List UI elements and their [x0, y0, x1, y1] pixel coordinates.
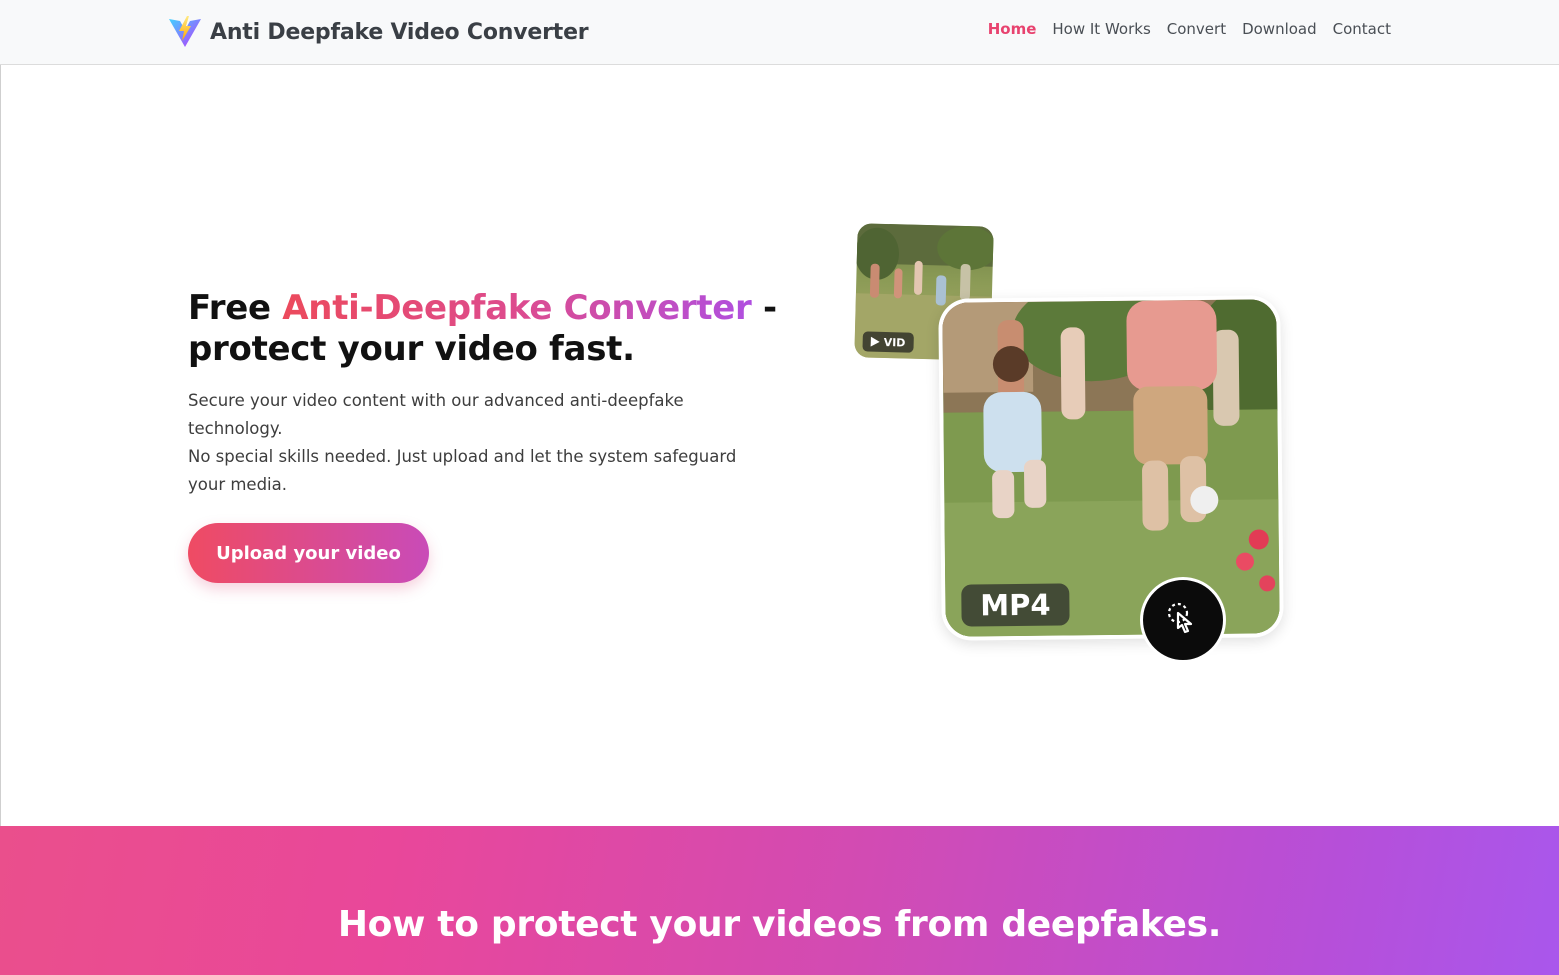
hero-title-suffix: - — [751, 288, 777, 328]
mp4-format-badge: MP4 — [961, 583, 1070, 627]
brand-name: Anti Deepfake Video Converter — [210, 19, 589, 45]
vid-badge-label: VID — [883, 335, 906, 350]
play-icon — [870, 336, 880, 347]
hero-description-line1: Secure your video content with our advan… — [188, 391, 684, 438]
how-to-protect-heading: How to protect your videos from deepfake… — [337, 904, 1222, 945]
how-to-protect-section: How to protect your videos from deepfake… — [0, 826, 1559, 975]
nav-how-it-works-link[interactable]: How It Works — [1052, 20, 1150, 38]
nav-convert-link[interactable]: Convert — [1167, 20, 1226, 38]
lightning-v-logo-icon — [169, 16, 201, 47]
brand[interactable]: Anti Deepfake Video Converter — [168, 16, 589, 48]
main-nav: Home How It Works Convert Download Conta… — [988, 20, 1391, 38]
tap-convert-icon — [1167, 602, 1193, 634]
upload-video-button[interactable]: Upload your video — [188, 523, 429, 583]
video-preview-frame: MP4 — [938, 295, 1284, 641]
nav-home-link[interactable]: Home — [988, 20, 1037, 38]
convert-action-button[interactable] — [1140, 577, 1226, 663]
video-preview-image: MP4 — [942, 299, 1280, 637]
hero-title-line2: protect your video fast. — [188, 329, 635, 369]
nav-contact-link[interactable]: Contact — [1333, 20, 1391, 38]
hero-title-prefix: Free — [188, 288, 283, 328]
vid-badge: VID — [862, 331, 914, 353]
nav-download-link[interactable]: Download — [1242, 20, 1317, 38]
hero-title-highlight: Anti-Deepfake Converter — [282, 288, 752, 328]
site-header: Anti Deepfake Video Converter Home How I… — [0, 0, 1559, 65]
hero-description-line2: No special skills needed. Just upload an… — [188, 447, 737, 494]
hero-description: Secure your video content with our advan… — [188, 387, 768, 499]
page-edge — [0, 65, 1, 827]
hero-title: Free Anti-Deepfake Converter - protect yo… — [188, 288, 788, 370]
